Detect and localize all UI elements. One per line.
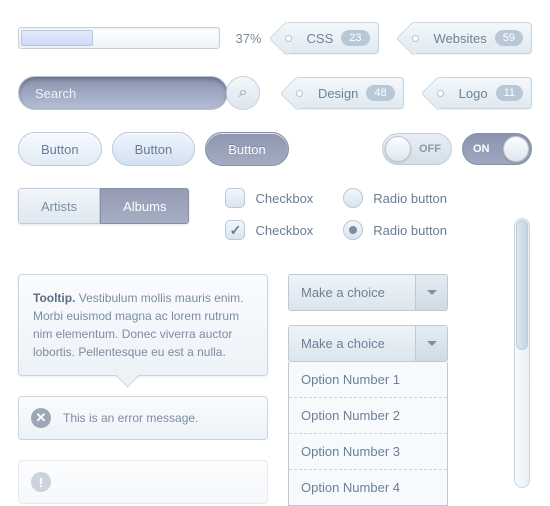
button-active[interactable]: Button: [205, 132, 289, 166]
tooltip: Tooltip. Vestibulum mollis mauris enim. …: [18, 274, 268, 376]
tag-websites[interactable]: Websites 59: [411, 22, 532, 54]
dropdown-options: Option Number 1 Option Number 2 Option N…: [288, 362, 448, 506]
tag-label: Logo: [459, 86, 488, 101]
tag-design[interactable]: Design 48: [295, 77, 404, 109]
tab-artists[interactable]: Artists: [18, 188, 100, 224]
dropdown-label: Make a choice: [289, 326, 415, 361]
tag-label: Websites: [434, 31, 487, 46]
radio-label: Radio button: [373, 223, 447, 238]
checkbox-label: Checkbox: [255, 223, 313, 238]
dropdown-closed[interactable]: Make a choice: [288, 274, 448, 311]
search-input[interactable]: [18, 76, 228, 110]
dropdown-option[interactable]: Option Number 2: [289, 398, 447, 434]
tab-albums[interactable]: Albums: [100, 188, 189, 224]
progress-bar: [18, 27, 220, 49]
toggle-off[interactable]: OFF: [382, 133, 452, 165]
tag-count: 11: [496, 85, 523, 101]
checkbox-unchecked[interactable]: [225, 188, 245, 208]
info-icon[interactable]: !: [31, 472, 51, 492]
radio-unchecked[interactable]: [343, 188, 363, 208]
toggle-knob: [503, 136, 529, 162]
scrollbar[interactable]: [514, 218, 530, 488]
tab-group: Artists Albums: [18, 188, 189, 224]
tag-count: 59: [495, 30, 523, 46]
tag-logo[interactable]: Logo 11: [436, 77, 532, 109]
radio-checked[interactable]: [343, 220, 363, 240]
radio-label: Radio button: [373, 191, 447, 206]
toggle-on[interactable]: ON: [462, 133, 532, 165]
checkbox-checked[interactable]: [225, 220, 245, 240]
button-hover[interactable]: Button: [112, 132, 196, 166]
toggle-label: OFF: [419, 143, 441, 155]
toggle-knob: [385, 136, 411, 162]
message-text: This is an error message.: [63, 411, 198, 425]
search-bar: ⌕: [18, 76, 260, 110]
dropdown-label: Make a choice: [289, 275, 415, 310]
tag-label: CSS: [307, 31, 334, 46]
close-icon[interactable]: ✕: [31, 408, 51, 428]
toggle-label: ON: [473, 143, 490, 155]
chevron-down-icon[interactable]: [415, 275, 447, 310]
progress-fill: [21, 30, 93, 46]
dropdown-option[interactable]: Option Number 1: [289, 362, 447, 398]
dropdown-option[interactable]: Option Number 3: [289, 434, 447, 470]
dropdown-open[interactable]: Make a choice: [288, 325, 448, 362]
search-button[interactable]: ⌕: [226, 76, 260, 110]
tag-count: 48: [366, 85, 394, 101]
progress-label: 37%: [236, 31, 262, 46]
tag-css[interactable]: CSS 23: [284, 22, 379, 54]
checkbox-label: Checkbox: [255, 191, 313, 206]
search-icon: ⌕: [239, 84, 248, 102]
chevron-down-icon[interactable]: [415, 326, 447, 361]
tag-count: 23: [341, 30, 369, 46]
scrollbar-thumb[interactable]: [516, 220, 528, 350]
button-default[interactable]: Button: [18, 132, 102, 166]
error-message: ✕ This is an error message.: [18, 396, 268, 440]
alert-message: !: [18, 460, 268, 504]
tag-label: Design: [318, 86, 358, 101]
tooltip-title: Tooltip.: [33, 291, 75, 305]
